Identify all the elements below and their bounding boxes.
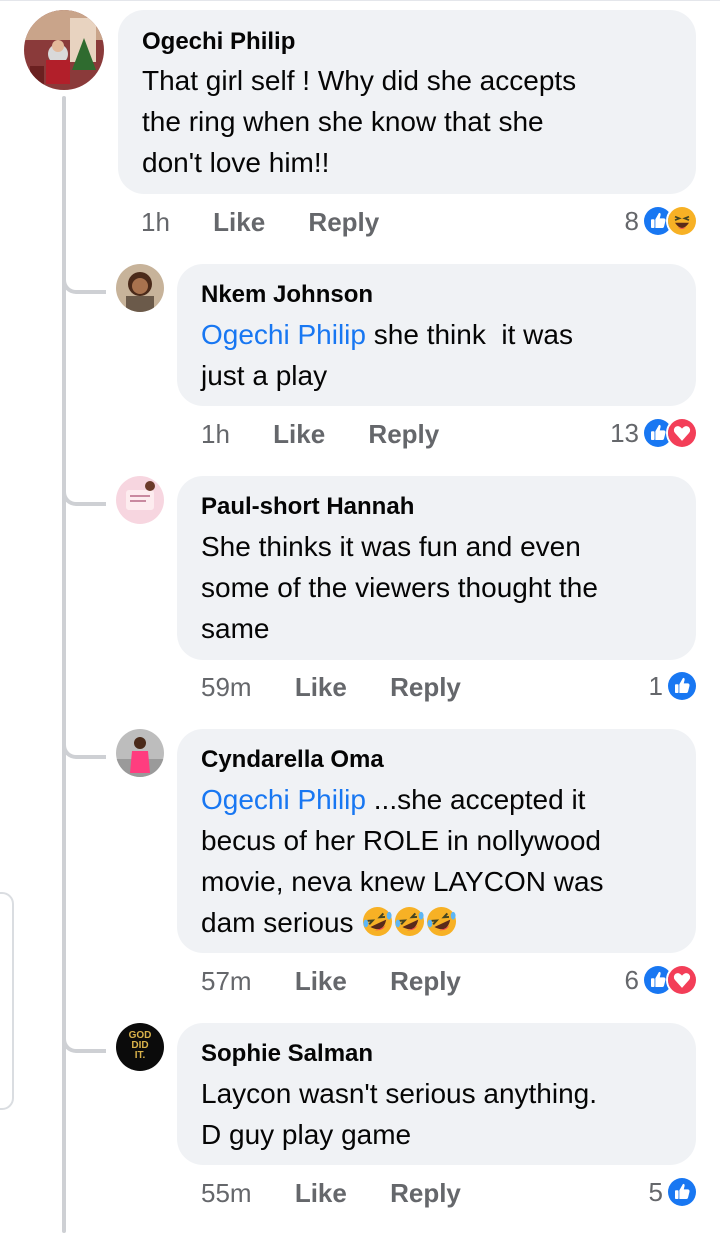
mention-link[interactable]: Ogechi Philip	[201, 319, 366, 350]
comment-author-name[interactable]: Cyndarella Oma	[201, 745, 384, 775]
comment-text-line: some of the viewers thought the	[201, 572, 598, 603]
comment-text-line: Laycon wasn't serious anything.	[201, 1078, 598, 1109]
reply-connector	[62, 735, 106, 759]
rofl-emoji-icon	[394, 906, 425, 937]
comment-actions: 55m Like Reply	[201, 1178, 461, 1208]
reaction-summary[interactable]: 8	[625, 204, 698, 238]
reply-button[interactable]: Reply	[390, 966, 461, 996]
comment-text-line: becus of her ROLE in nollywood	[201, 825, 601, 856]
comment-text-line: Ogechi Philip she think it was	[201, 314, 573, 355]
avatar-ogechi-philip[interactable]	[24, 10, 104, 90]
comment-text-span: she think it was	[365, 319, 573, 350]
avatar-badge-text: GOD DID IT.	[128, 1030, 152, 1061]
comment-text-line: don't love him!!	[142, 147, 330, 178]
reaction-summary[interactable]: 1	[649, 669, 698, 703]
love-icon	[666, 964, 698, 996]
reaction-count: 13	[610, 418, 639, 448]
avatar-paul-short-hannah[interactable]	[116, 476, 164, 524]
like-button[interactable]: Like	[295, 1178, 347, 1208]
haha-icon	[666, 205, 698, 237]
comment-timestamp[interactable]: 1h	[141, 207, 170, 237]
rofl-emoji-icon	[426, 906, 457, 937]
comment-timestamp[interactable]: 59m	[201, 672, 252, 702]
comment-text-line: D guy play game	[201, 1119, 412, 1150]
comment-text-line: dam serious	[201, 902, 604, 943]
reply-button[interactable]: Reply	[390, 1178, 461, 1208]
reaction-summary[interactable]: 6	[625, 963, 698, 997]
like-button[interactable]: Like	[295, 672, 347, 702]
comment-timestamp[interactable]: 55m	[201, 1178, 252, 1208]
comment-bubble: Ogechi Philip That girl self ! Why did s…	[118, 10, 696, 194]
top-divider	[0, 0, 720, 1]
reply-connector	[62, 482, 106, 506]
comment-text-line: Ogechi Philip ...she accepted it	[201, 779, 604, 820]
comment-text-span: ...she accepted it	[365, 784, 586, 815]
comment-actions: 59m Like Reply	[201, 672, 461, 702]
love-icon	[666, 417, 698, 449]
reaction-summary[interactable]: 13	[610, 416, 698, 450]
reply-connector	[62, 1029, 106, 1053]
reaction-count: 1	[648, 671, 663, 701]
comment-text: Laycon wasn't serious anything. D guy pl…	[201, 1073, 597, 1155]
comment-text-line: the ring when she know that she	[142, 106, 544, 137]
comment-text-line: She thinks it was fun and even	[201, 531, 581, 562]
reaction-count: 6	[624, 965, 639, 995]
comment-text: That girl self ! Why did she accepts the…	[142, 60, 576, 183]
comment-author-name[interactable]: Ogechi Philip	[142, 27, 295, 57]
like-button[interactable]: Like	[213, 207, 265, 237]
reply-button[interactable]: Reply	[368, 419, 439, 449]
reply-button[interactable]: Reply	[308, 207, 379, 237]
avatar-nkem-johnson[interactable]	[116, 264, 164, 312]
thread-line	[62, 96, 66, 1233]
avatar-cyndarella-oma[interactable]	[116, 729, 164, 777]
rofl-emoji-icon	[362, 906, 393, 937]
reply-connector	[62, 270, 106, 294]
comment-text: She thinks it was fun and even some of t…	[201, 526, 598, 649]
reaction-count: 5	[648, 1177, 663, 1207]
comment-text: Ogechi Philip ...she accepted it becus o…	[201, 779, 604, 943]
comment-actions: 1h Like Reply	[141, 207, 379, 237]
comment-bubble: Sophie Salman Laycon wasn't serious anyt…	[177, 1023, 696, 1165]
comment-author-name[interactable]: Sophie Salman	[201, 1039, 373, 1069]
comment-bubble: Cyndarella Oma Ogechi Philip ...she acce…	[177, 729, 696, 953]
mention-link[interactable]: Ogechi Philip	[201, 784, 366, 815]
comment-text-line: That girl self ! Why did she accepts	[142, 65, 577, 96]
reaction-count: 8	[624, 206, 639, 236]
avatar-sophie-salman[interactable]: GOD DID IT.	[116, 1023, 164, 1071]
like-button[interactable]: Like	[273, 419, 325, 449]
comment-bubble: Nkem Johnson Ogechi Philip she think it …	[177, 264, 696, 406]
comment-text-line: just a play	[201, 360, 328, 391]
like-icon	[666, 1176, 698, 1208]
like-icon	[666, 670, 698, 702]
reply-button[interactable]: Reply	[390, 672, 461, 702]
side-card-edge	[0, 892, 14, 1110]
comment-bubble: Paul-short Hannah She thinks it was fun …	[177, 476, 696, 660]
comment-timestamp[interactable]: 57m	[201, 966, 252, 996]
like-button[interactable]: Like	[295, 966, 347, 996]
comment-timestamp[interactable]: 1h	[201, 419, 230, 449]
comment-author-name[interactable]: Nkem Johnson	[201, 280, 373, 310]
comment-actions: 57m Like Reply	[201, 966, 461, 996]
comment-text-span: dam serious	[201, 907, 362, 938]
comment-text-line: same	[201, 613, 270, 644]
reaction-summary[interactable]: 5	[649, 1175, 698, 1209]
comment-actions: 1h Like Reply	[201, 419, 439, 449]
comment-text-line: movie, neva knew LAYCON was	[201, 866, 604, 897]
comment-text: Ogechi Philip she think it was just a pl…	[201, 314, 573, 396]
comment-author-name[interactable]: Paul-short Hannah	[201, 492, 414, 522]
